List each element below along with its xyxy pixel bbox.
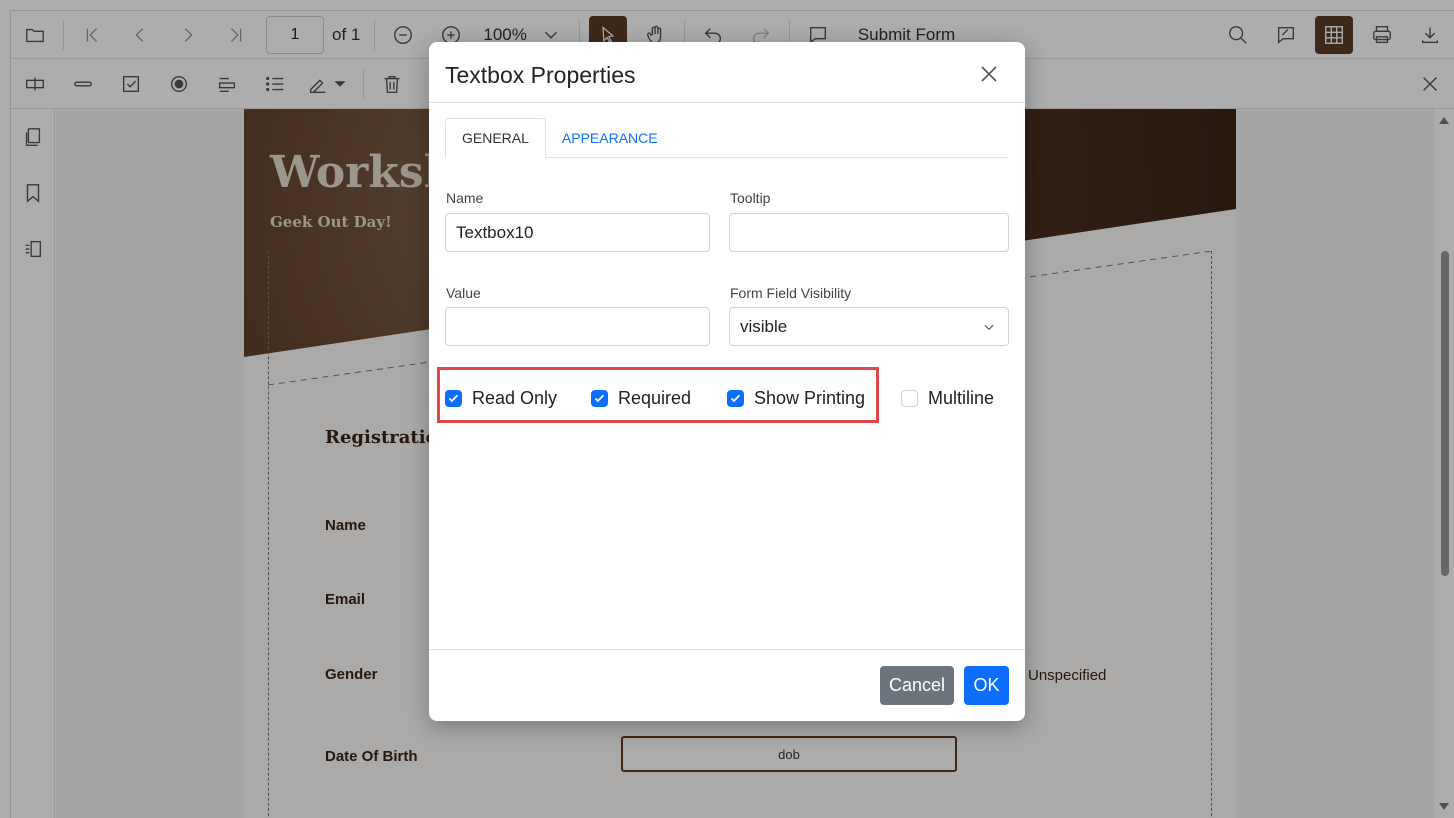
- cancel-button[interactable]: Cancel: [880, 666, 954, 705]
- dialog-title: Textbox Properties: [445, 62, 636, 88]
- dialog-header: Textbox Properties: [429, 42, 1025, 103]
- dialog-tabs: GENERAL APPEARANCE: [445, 118, 1009, 158]
- chevron-down-icon: [984, 324, 994, 331]
- name-input[interactable]: Textbox10: [445, 213, 710, 252]
- checkbox-unchecked-icon[interactable]: [901, 390, 918, 407]
- visibility-selected-value: visible: [740, 316, 788, 336]
- multiline-label[interactable]: Multiline: [928, 388, 994, 409]
- value-input[interactable]: [445, 307, 710, 346]
- value-field-label: Value: [446, 285, 481, 301]
- visibility-select[interactable]: visible: [729, 307, 1009, 346]
- tooltip-field-label: Tooltip: [730, 190, 771, 206]
- textbox-properties-dialog: Textbox Properties GENERAL APPEARANCE Na…: [429, 42, 1025, 721]
- tab-general[interactable]: GENERAL: [445, 118, 546, 158]
- tab-appearance[interactable]: APPEARANCE: [546, 118, 674, 158]
- visibility-field-label: Form Field Visibility: [730, 285, 852, 301]
- name-field-label: Name: [446, 190, 484, 206]
- dialog-footer: Cancel OK: [429, 649, 1025, 721]
- ok-button[interactable]: OK: [964, 666, 1009, 705]
- tooltip-input[interactable]: [729, 213, 1009, 252]
- highlight-box: [437, 367, 879, 423]
- multiline-checkbox[interactable]: Multiline: [901, 388, 994, 409]
- close-icon[interactable]: [977, 62, 1001, 86]
